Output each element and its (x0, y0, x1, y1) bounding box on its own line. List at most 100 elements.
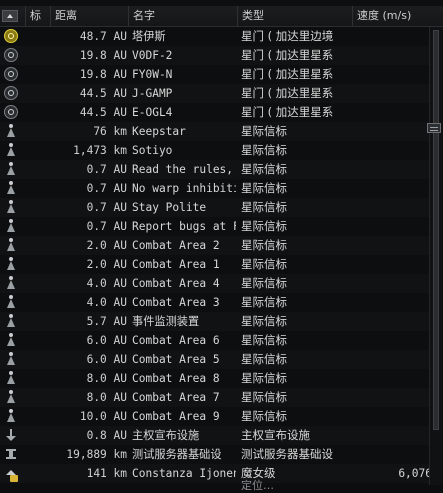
table-row[interactable]: 19.8 AU V0DF-2 星门 ( 加达里星系 (0, 46, 429, 65)
gate-icon (4, 86, 18, 100)
beacon-icon (4, 162, 18, 176)
cell-name: J-GAMP (132, 87, 173, 100)
table-row[interactable]: 5.7 AU 事件监测装置 星际信标 (0, 312, 429, 331)
table-row[interactable]: 141 km Constanza Ijonen 魔女级 6,076 (0, 464, 432, 483)
cell-distance: 44.5 AU (79, 106, 127, 119)
ship-icon (4, 466, 18, 482)
cell-distance: 0.7 AU (86, 182, 127, 195)
cell-distance: 2.0 AU (86, 239, 127, 252)
table-row[interactable]: 44.5 AU E-OGL4 星门 ( 加达里星系 (0, 103, 429, 122)
cell-distance: 0.8 AU (86, 429, 127, 442)
cell-distance: 76 km (93, 125, 127, 138)
cell-type: 星际信标 (241, 276, 287, 290)
gate-active-icon (4, 29, 18, 43)
cell-name: 塔伊斯 (132, 30, 166, 43)
cell-type: 星际信标 (241, 371, 287, 385)
table-row[interactable]: 76 km Keepstar 星际信标 (0, 122, 429, 141)
cell-name: Report bugs at F (132, 220, 236, 233)
table-row[interactable]: 10.0 AU Combat Area 9 星际信标 (0, 407, 429, 426)
cell-name: Combat Area 8 (132, 372, 220, 385)
cell-name: FY0W-N (132, 68, 173, 81)
cell-name: Sotiyo (132, 144, 173, 157)
cell-type: 星际信标 (241, 333, 287, 347)
beacon-icon (4, 409, 18, 423)
beacon-icon (4, 333, 18, 347)
beacon-icon (4, 238, 18, 252)
cell-name: 主权宣布设施 (132, 429, 200, 442)
table-row[interactable]: 0.7 AU Report bugs at F 星际信标 (0, 217, 429, 236)
table-row[interactable]: 0.7 AU No warp inhibiting 星际信标 (0, 179, 429, 198)
cell-type: 星际信标 (241, 143, 287, 157)
cell-type: 星门 ( 加达里边境 (241, 29, 334, 43)
cell-distance: 1,473 km (73, 144, 127, 157)
cell-name: Combat Area 3 (132, 296, 220, 309)
cell-distance: 8.0 AU (86, 391, 127, 404)
beacon-icon (4, 124, 18, 138)
cell-name: Combat Area 2 (132, 239, 220, 252)
cell-distance: 19,889 km (66, 448, 127, 461)
table-row[interactable]: 0.7 AU Stay Polite 星际信标 (0, 198, 429, 217)
table-row[interactable]: 4.0 AU Combat Area 3 星际信标 (0, 293, 429, 312)
cell-name: Keepstar (132, 125, 186, 138)
overview-window: 标 距离 名字 类型 速度 (m/s) 48.7 AU 塔伊斯 星门 ( 加达里边境… (0, 0, 443, 492)
gate-icon (4, 105, 18, 119)
cell-type: 星门 ( 加达里星系 (241, 86, 334, 100)
table-row[interactable]: 8.0 AU Combat Area 8 星际信标 (0, 369, 429, 388)
cell-distance: 19.8 AU (79, 49, 127, 62)
cell-name: Combat Area 7 (132, 391, 220, 404)
column-header-distance[interactable]: 距离 (50, 6, 128, 26)
column-header-speed[interactable]: 速度 (m/s) (352, 6, 443, 26)
table-row[interactable]: 6.0 AU Combat Area 5 星际信标 (0, 350, 429, 369)
beacon-icon (4, 143, 18, 157)
table-row[interactable]: 8.0 AU Combat Area 7 星际信标 (0, 388, 429, 407)
table-row[interactable]: 4.0 AU Combat Area 4 星际信标 (0, 274, 429, 293)
cell-name: Constanza Ijonen (132, 467, 236, 480)
cell-type: 星际信标 (241, 124, 287, 138)
table-row[interactable]: 0.8 AU 主权宣布设施 主权宣布设施 (0, 426, 429, 445)
gate-icon (4, 67, 18, 81)
cell-type: 星际信标 (241, 390, 287, 404)
cell-distance: 5.7 AU (86, 315, 127, 328)
beacon-icon (4, 219, 18, 233)
table-row[interactable]: 2.0 AU Combat Area 2 星际信标 (0, 236, 429, 255)
cell-name: Combat Area 9 (132, 410, 220, 423)
column-header-icon[interactable]: 标 (25, 6, 50, 26)
table-row[interactable]: 48.7 AU 塔伊斯 星门 ( 加达里边境 (0, 27, 429, 46)
cell-name: Combat Area 4 (132, 277, 220, 290)
scrollbar-handle[interactable] (433, 30, 439, 430)
table-row[interactable]: 44.5 AU J-GAMP 星门 ( 加达里星系 (0, 84, 429, 103)
beacon-icon (4, 295, 18, 309)
table-row[interactable]: 6.0 AU Combat Area 6 星际信标 (0, 331, 429, 350)
cell-distance: 8.0 AU (86, 372, 127, 385)
overview-table: 48.7 AU 塔伊斯 星门 ( 加达里边境 19.8 AU V0DF-2 星门 ( 加达… (0, 27, 432, 483)
column-header-name[interactable]: 名字 (128, 6, 237, 26)
cell-type: 星际信标 (241, 181, 287, 195)
cell-name: Read the rules, t (132, 163, 236, 176)
cell-type: 星际信标 (241, 295, 287, 309)
cell-speed: 6,076 (398, 467, 432, 480)
cell-name: Combat Area 5 (132, 353, 220, 366)
beacon-icon (4, 181, 18, 195)
cell-name: V0DF-2 (132, 49, 173, 62)
cell-type: 星际信标 (241, 219, 287, 233)
cell-type: 星门 ( 加达里星系 (241, 67, 334, 81)
cell-name: E-OGL4 (132, 106, 173, 119)
table-row[interactable]: 19.8 AU FY0W-N 星门 ( 加达里星系 (0, 65, 429, 84)
column-header-type[interactable]: 类型 (237, 6, 352, 26)
sort-up-icon[interactable] (2, 10, 18, 22)
beacon-icon (4, 371, 18, 385)
gate-icon (4, 48, 18, 62)
cell-type: 星际信标 (241, 352, 287, 366)
cell-name: 事件监测装置 (132, 315, 200, 328)
resize-grip-icon[interactable] (427, 123, 441, 133)
partial-row-type: 定位… (241, 479, 274, 492)
table-row[interactable]: 1,473 km Sotiyo 星际信标 (0, 141, 429, 160)
table-row[interactable]: 0.7 AU Read the rules, t 星际信标 (0, 160, 429, 179)
cell-type: 星际信标 (241, 257, 287, 271)
cell-name: Combat Area 6 (132, 334, 220, 347)
table-row[interactable]: 19,889 km 测试服务器基础设 测试服务器基础设 (0, 445, 429, 464)
table-row[interactable]: 2.0 AU Combat Area 1 星际信标 (0, 255, 429, 274)
cell-distance: 0.7 AU (86, 220, 127, 233)
beacon-icon (4, 257, 18, 271)
beacon-icon (4, 390, 18, 404)
